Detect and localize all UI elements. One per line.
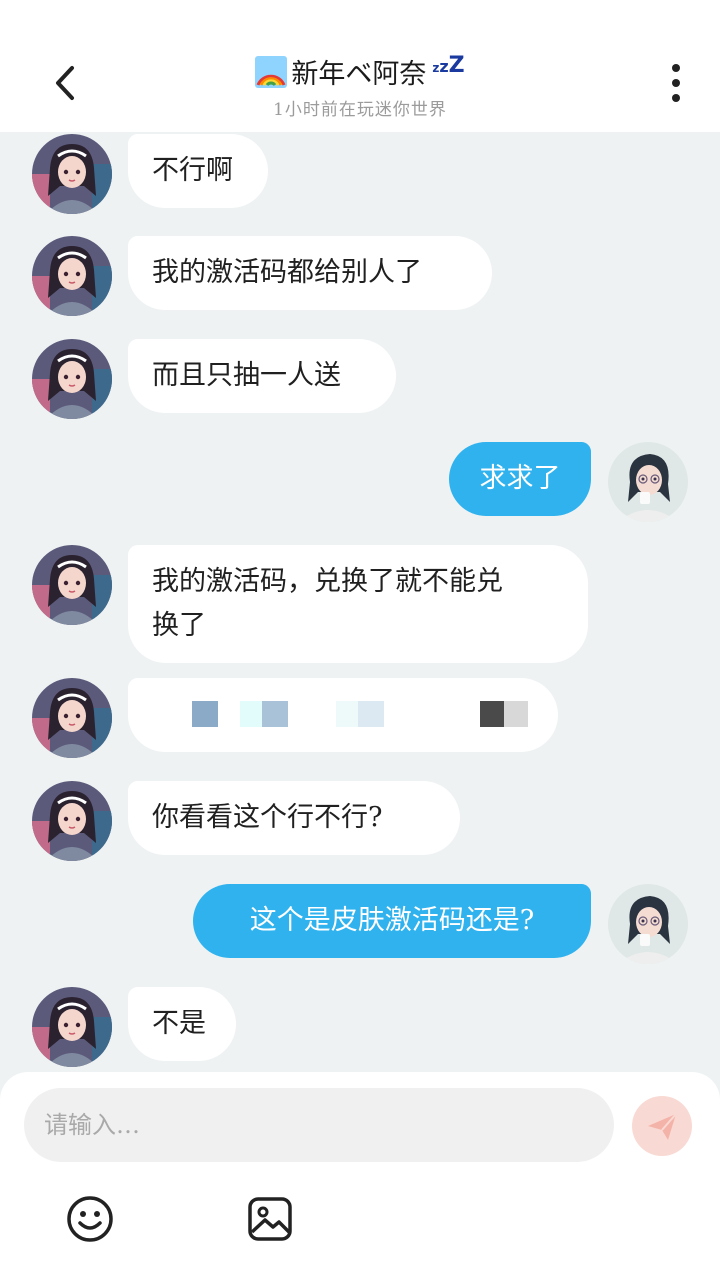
contact-name: 新年ベ阿奈 [291,59,427,90]
rainbow-icon [255,55,288,88]
message-bubble-outgoing[interactable]: 这个是皮肤激活码还是? [193,884,591,958]
contact-avatar[interactable] [32,134,112,214]
send-icon [648,1113,677,1140]
more-options-button[interactable] [660,64,692,108]
image-button[interactable] [243,1192,297,1246]
emoji-icon [67,1196,113,1242]
message-list[interactable]: 不行啊 我的激活码都给别人了 而且只抽一人送 求求了 我的激活码，兑换了就不能兑… [0,132,720,1072]
contact-avatar[interactable] [32,987,112,1067]
message-bubble-incoming[interactable]: 你看看这个行不行? [128,781,460,855]
message-bubble-incoming[interactable]: 而且只抽一人送 [128,339,396,413]
contact-avatar[interactable] [32,678,112,758]
message-bubble-outgoing[interactable]: 求求了 [449,442,591,516]
back-button[interactable] [40,58,90,108]
chevron-left-icon [56,66,74,100]
contact-avatar[interactable] [32,339,112,419]
emoji-button[interactable] [63,1192,117,1246]
chat-title-area[interactable]: 新年ベ阿奈 zzZ 1小时前在玩迷你世界 [150,52,570,120]
contact-avatar[interactable] [32,545,112,625]
message-bubble-incoming-pixelated[interactable] [128,678,558,752]
message-bubble-incoming[interactable]: 我的激活码都给别人了 [128,236,492,310]
contact-status: 1小时前在玩迷你世界 [273,100,447,120]
sleep-status-icon: zzZ [432,53,465,78]
message-bubble-incoming[interactable]: 不行啊 [128,134,268,208]
message-bubble-incoming[interactable]: 我的激活码，兑换了就不能兑 换了 [128,545,588,663]
message-input[interactable] [24,1088,614,1162]
send-button[interactable] [632,1096,692,1156]
contact-avatar[interactable] [32,236,112,316]
my-avatar[interactable] [608,442,688,522]
image-icon [248,1197,292,1241]
my-avatar[interactable] [608,884,688,964]
pixelated-code [152,693,534,737]
message-composer [0,1072,720,1280]
chat-header: 新年ベ阿奈 zzZ 1小时前在玩迷你世界 [0,0,720,132]
message-bubble-incoming[interactable]: 不是 [128,987,236,1061]
contact-avatar[interactable] [32,781,112,861]
